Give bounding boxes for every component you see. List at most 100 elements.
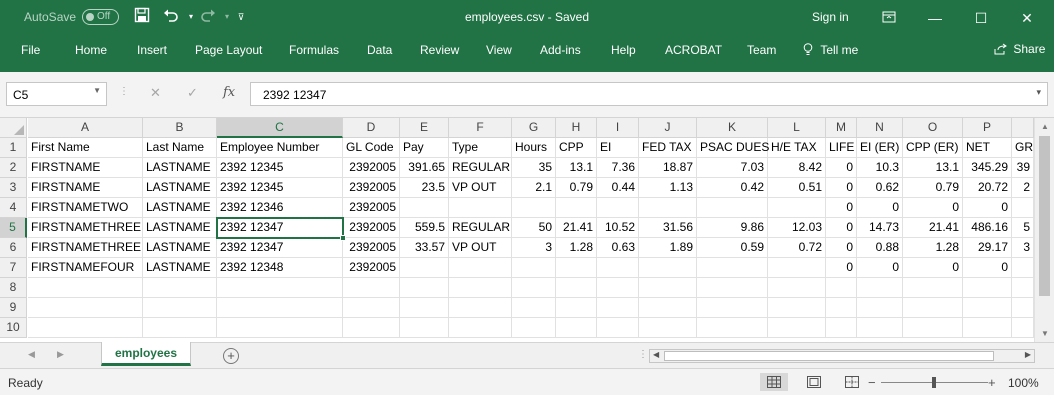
cell-a7[interactable]: FIRSTNAMEFOUR — [28, 258, 143, 278]
cell-n10[interactable] — [857, 318, 903, 338]
cell-n8[interactable] — [857, 278, 903, 298]
cell-n3[interactable]: 0.62 — [857, 178, 903, 198]
cell-a8[interactable] — [28, 278, 143, 298]
cell-h3[interactable]: 0.79 — [556, 178, 597, 198]
cell-o9[interactable] — [903, 298, 963, 318]
cell-g3[interactable]: 2.1 — [512, 178, 556, 198]
fill-handle[interactable] — [340, 235, 346, 241]
row-header-9[interactable]: 9 — [0, 298, 27, 318]
cell-i7[interactable] — [597, 258, 639, 278]
cell-d3[interactable]: 2392005 — [343, 178, 400, 198]
cell-h4[interactable] — [556, 198, 597, 218]
row-header-3[interactable]: 3 — [0, 178, 27, 198]
cell-o7[interactable]: 0 — [903, 258, 963, 278]
cell-b4[interactable]: LASTNAME — [143, 198, 217, 218]
cell-a9[interactable] — [28, 298, 143, 318]
cell-m1[interactable]: LIFE — [826, 138, 857, 158]
cell-n6[interactable]: 0.88 — [857, 238, 903, 258]
row-header-8[interactable]: 8 — [0, 278, 27, 298]
column-header-d[interactable]: D — [343, 118, 400, 138]
share-button[interactable]: Share — [994, 42, 1045, 56]
cell-g4[interactable] — [512, 198, 556, 218]
cell-k1[interactable]: PSAC DUES — [697, 138, 769, 158]
cell-m9[interactable] — [826, 298, 857, 318]
sheet-nav-next-icon[interactable]: ▶ — [57, 349, 64, 360]
row-header-10[interactable]: 10 — [0, 318, 27, 338]
column-header-b[interactable]: B — [143, 118, 217, 138]
zoom-out-icon[interactable]: − — [868, 375, 876, 390]
cell-o8[interactable] — [903, 278, 963, 298]
cell-p5[interactable]: 486.16 — [963, 218, 1012, 238]
cell-k9[interactable] — [697, 298, 768, 318]
vertical-scrollbar[interactable]: ▲ ▼ — [1034, 118, 1054, 342]
cell-b8[interactable] — [143, 278, 217, 298]
tab-help[interactable]: Help — [611, 43, 636, 57]
cell-j6[interactable]: 1.89 — [639, 238, 697, 258]
cell-j3[interactable]: 1.13 — [639, 178, 697, 198]
row-header-4[interactable]: 4 — [0, 198, 27, 218]
tab-formulas[interactable]: Formulas — [289, 43, 339, 57]
cell-q4[interactable] — [1012, 198, 1034, 218]
row-header-7[interactable]: 7 — [0, 258, 27, 278]
cell-l2[interactable]: 8.42 — [768, 158, 826, 178]
cell-n5[interactable]: 14.73 — [857, 218, 903, 238]
cell-d6[interactable]: 2392005 — [343, 238, 400, 258]
column-header-q[interactable] — [1012, 118, 1034, 138]
tab-data[interactable]: Data — [367, 43, 392, 57]
column-header-o[interactable]: O — [903, 118, 963, 138]
cell-n2[interactable]: 10.3 — [857, 158, 903, 178]
cell-d4[interactable]: 2392005 — [343, 198, 400, 218]
cell-c5[interactable]: 2392 12347 — [217, 218, 343, 238]
cell-q6[interactable]: 3 — [1012, 238, 1034, 258]
expand-formula-icon[interactable]: ▾ — [1036, 87, 1041, 98]
cell-m6[interactable]: 0 — [826, 238, 857, 258]
cell-k4[interactable] — [697, 198, 768, 218]
cell-c6[interactable]: 2392 12347 — [217, 238, 343, 258]
cell-e2[interactable]: 391.65 — [400, 158, 449, 178]
cell-a5[interactable]: FIRSTNAMETHREE — [28, 218, 143, 238]
cell-m3[interactable]: 0 — [826, 178, 857, 198]
cell-l1[interactable]: H/E TAX — [768, 138, 826, 158]
close-icon[interactable]: ✕ — [1004, 4, 1050, 32]
name-box[interactable]: C5 ▼ — [6, 82, 107, 106]
cell-l9[interactable] — [768, 298, 826, 318]
cell-h2[interactable]: 13.1 — [556, 158, 597, 178]
cell-b5[interactable]: LASTNAME — [143, 218, 217, 238]
cell-a6[interactable]: FIRSTNAMETHREE — [28, 238, 143, 258]
cell-g8[interactable] — [512, 278, 556, 298]
cell-d7[interactable]: 2392005 — [343, 258, 400, 278]
cell-q9[interactable] — [1012, 298, 1034, 318]
cell-b10[interactable] — [143, 318, 217, 338]
cell-l3[interactable]: 0.51 — [768, 178, 826, 198]
cell-c4[interactable]: 2392 12346 — [217, 198, 343, 218]
zoom-level[interactable]: 100% — [1008, 376, 1039, 390]
cell-e10[interactable] — [400, 318, 449, 338]
cell-h1[interactable]: CPP — [556, 138, 597, 158]
cell-q10[interactable] — [1012, 318, 1034, 338]
cell-q5[interactable]: 5 — [1012, 218, 1034, 238]
cell-k6[interactable]: 0.59 — [697, 238, 768, 258]
cell-j4[interactable] — [639, 198, 697, 218]
cell-q1[interactable]: GR — [1012, 138, 1034, 158]
column-header-l[interactable]: L — [768, 118, 826, 138]
cell-g5[interactable]: 50 — [512, 218, 556, 238]
minimize-icon[interactable]: — — [912, 4, 958, 32]
tab-add-ins[interactable]: Add-ins — [540, 43, 581, 57]
cell-l8[interactable] — [768, 278, 826, 298]
cell-m8[interactable] — [826, 278, 857, 298]
cell-p4[interactable]: 0 — [963, 198, 1012, 218]
cell-f3[interactable]: VP OUT — [449, 178, 512, 198]
cell-d2[interactable]: 2392005 — [343, 158, 400, 178]
chevron-down-icon[interactable]: ▼ — [93, 86, 101, 95]
tab-team[interactable]: Team — [747, 43, 776, 57]
cell-c3[interactable]: 2392 12345 — [217, 178, 343, 198]
cell-h10[interactable] — [556, 318, 597, 338]
cell-e8[interactable] — [400, 278, 449, 298]
signin-link[interactable]: Sign in — [812, 10, 849, 24]
column-header-k[interactable]: K — [697, 118, 768, 138]
cell-a4[interactable]: FIRSTNAMETWO — [28, 198, 143, 218]
cell-c9[interactable] — [217, 298, 343, 318]
cell-f6[interactable]: VP OUT — [449, 238, 512, 258]
cell-j10[interactable] — [639, 318, 697, 338]
cell-p1[interactable]: NET — [963, 138, 1012, 158]
